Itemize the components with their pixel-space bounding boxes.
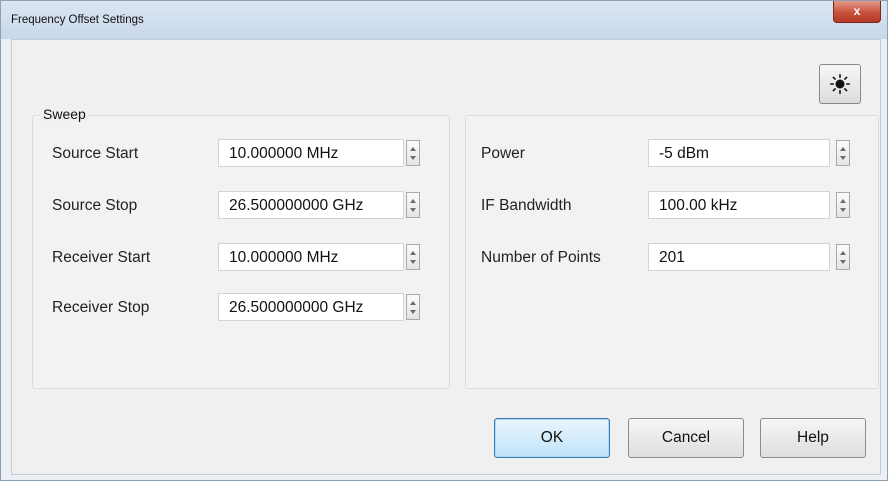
power-label: Power bbox=[481, 145, 525, 162]
ok-button[interactable]: OK bbox=[494, 418, 610, 458]
spin-down-icon[interactable] bbox=[840, 208, 846, 212]
power-input[interactable]: -5 dBm bbox=[648, 139, 830, 167]
display-toggle-button[interactable] bbox=[819, 64, 861, 104]
spin-down-icon[interactable] bbox=[410, 208, 416, 212]
source-start-input[interactable]: 10.000000 MHz bbox=[218, 139, 404, 167]
dialog-body: Sweep Source Start 10.000000 MHz Source … bbox=[11, 39, 881, 475]
spin-up-icon[interactable] bbox=[410, 251, 416, 255]
spin-up-icon[interactable] bbox=[840, 251, 846, 255]
window-title: Frequency Offset Settings bbox=[11, 14, 144, 26]
receiver-start-label: Receiver Start bbox=[52, 249, 151, 266]
number-of-points-spinner[interactable] bbox=[836, 244, 850, 270]
receiver-start-spinner[interactable] bbox=[406, 244, 420, 270]
power-spinner[interactable] bbox=[836, 140, 850, 166]
sun-icon bbox=[830, 74, 850, 94]
spin-down-icon[interactable] bbox=[410, 260, 416, 264]
receiver-start-input[interactable]: 10.000000 MHz bbox=[218, 243, 404, 271]
if-bandwidth-label: IF Bandwidth bbox=[481, 197, 572, 214]
sweep-group-label: Sweep bbox=[40, 106, 89, 122]
spin-down-icon[interactable] bbox=[840, 156, 846, 160]
cancel-button[interactable]: Cancel bbox=[628, 418, 744, 458]
number-of-points-input[interactable]: 201 bbox=[648, 243, 830, 271]
source-stop-input[interactable]: 26.500000000 GHz bbox=[218, 191, 404, 219]
receiver-stop-label: Receiver Stop bbox=[52, 299, 150, 316]
spin-up-icon[interactable] bbox=[410, 301, 416, 305]
spin-down-icon[interactable] bbox=[840, 260, 846, 264]
source-stop-spinner[interactable] bbox=[406, 192, 420, 218]
spin-up-icon[interactable] bbox=[410, 199, 416, 203]
spin-up-icon[interactable] bbox=[840, 147, 846, 151]
spin-down-icon[interactable] bbox=[410, 310, 416, 314]
title-bar[interactable]: Frequency Offset Settings x bbox=[1, 1, 887, 39]
if-bandwidth-spinner[interactable] bbox=[836, 192, 850, 218]
spin-down-icon[interactable] bbox=[410, 156, 416, 160]
spin-up-icon[interactable] bbox=[410, 147, 416, 151]
source-start-label: Source Start bbox=[52, 145, 139, 162]
dialog-window: Frequency Offset Settings x Sweep Source… bbox=[0, 0, 888, 481]
receiver-stop-spinner[interactable] bbox=[406, 294, 420, 320]
spin-up-icon[interactable] bbox=[840, 199, 846, 203]
if-bandwidth-input[interactable]: 100.00 kHz bbox=[648, 191, 830, 219]
help-button[interactable]: Help bbox=[760, 418, 866, 458]
close-button[interactable]: x bbox=[833, 1, 881, 23]
number-of-points-label: Number of Points bbox=[481, 249, 601, 266]
receiver-stop-input[interactable]: 26.500000000 GHz bbox=[218, 293, 404, 321]
source-start-spinner[interactable] bbox=[406, 140, 420, 166]
source-stop-label: Source Stop bbox=[52, 197, 138, 214]
